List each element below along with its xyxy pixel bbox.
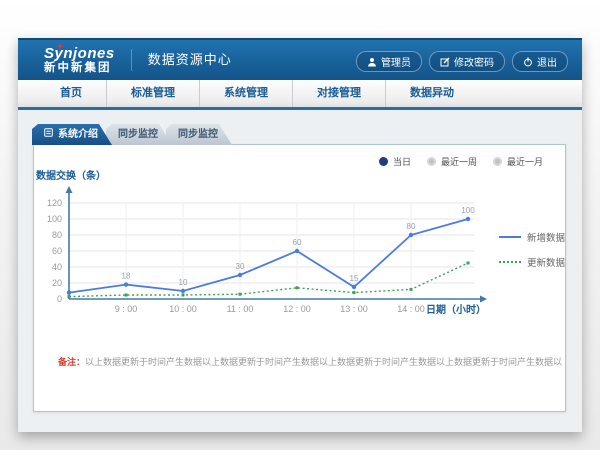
- admin-user-label: 管理员: [381, 54, 411, 69]
- tab-label: 系统介绍: [58, 124, 98, 145]
- svg-text:10: 10: [179, 278, 188, 287]
- svg-text:12 : 00: 12 : 00: [283, 304, 311, 314]
- radio-dot-last-month[interactable]: [493, 157, 502, 166]
- logo-subtitle: 新中新集团: [44, 62, 115, 74]
- svg-text:60: 60: [52, 246, 62, 256]
- power-icon: [523, 57, 533, 67]
- document-icon: [44, 124, 53, 145]
- radio-dot-last-week[interactable]: [427, 157, 436, 166]
- app-window: Synjones 新中新集团 数据资源中心 管理员 修改密码 退出: [18, 38, 582, 432]
- svg-text:18: 18: [122, 272, 131, 281]
- svg-text:120: 120: [47, 198, 62, 208]
- footer-note: 备注：以上数据更新于时间产生数据以上数据更新于时间产生数据以上数据更新于时间产生…: [58, 355, 563, 368]
- svg-text:80: 80: [52, 230, 62, 240]
- legend-label-updated-data: 更新数据: [527, 255, 565, 269]
- radio-dot-today[interactable]: [379, 157, 388, 166]
- radio-last-month[interactable]: 最近一月: [493, 155, 543, 168]
- svg-text:40: 40: [52, 262, 62, 272]
- main-nav: 首页 标准管理 系统管理 对接管理 数据异动: [18, 80, 582, 110]
- svg-text:14 : 00: 14 : 00: [397, 304, 425, 314]
- tab-sync-monitor-1[interactable]: 同步监控: [106, 124, 172, 145]
- company-logo: Synjones 新中新集团: [44, 46, 115, 74]
- user-icon: [367, 57, 377, 67]
- tab-bar: 系统介绍 同步监控 同步监控: [32, 124, 232, 145]
- svg-text:日期（小时）: 日期（小时）: [426, 303, 486, 316]
- app-header: Synjones 新中新集团 数据资源中心 管理员 修改密码 退出: [18, 38, 582, 80]
- svg-text:20: 20: [52, 278, 62, 288]
- svg-text:60: 60: [293, 238, 302, 247]
- svg-text:11 : 00: 11 : 00: [227, 304, 254, 314]
- nav-item-data-changes[interactable]: 数据异动: [385, 80, 478, 107]
- tab-system-intro[interactable]: 系统介绍: [32, 124, 112, 145]
- nav-item-standard-mgmt[interactable]: 标准管理: [106, 80, 199, 107]
- svg-text:数据交换（条）: 数据交换（条）: [36, 169, 106, 182]
- note-label: 备注：: [58, 357, 85, 367]
- edit-icon: [440, 57, 450, 67]
- legend-label-new-data: 新增数据: [527, 230, 565, 244]
- note-text: 以上数据更新于时间产生数据以上数据更新于时间产生数据以上数据更新于时间产生数据以…: [85, 357, 563, 367]
- legend-item-new-data[interactable]: 新增数据: [499, 230, 565, 244]
- legend-item-updated-data[interactable]: 更新数据: [499, 255, 565, 269]
- chart-area: 0 20 40 60 80 100 120 9 : 00 10 : 00 11 : 00 12 : …: [34, 167, 489, 322]
- nav-item-home[interactable]: 首页: [36, 80, 106, 107]
- svg-text:15: 15: [350, 274, 359, 283]
- line-chart: 0 20 40 60 80 100 120 9 : 00 10 : 00 11 : 00 12 : …: [34, 167, 489, 322]
- svg-text:0: 0: [57, 294, 62, 304]
- logout-button[interactable]: 退出: [512, 51, 568, 72]
- page-title: 数据资源中心: [131, 49, 232, 71]
- svg-text:13 : 00: 13 : 00: [340, 304, 368, 314]
- logout-label: 退出: [537, 54, 557, 69]
- content-card: 当日 最近一周 最近一月 0204060801001209 : 0010 : 0…: [33, 144, 566, 412]
- dotted-line-swatch-icon: [499, 261, 521, 263]
- change-password-button[interactable]: 修改密码: [429, 51, 505, 72]
- header-actions: 管理员 修改密码 退出: [356, 51, 568, 72]
- change-password-label: 修改密码: [454, 54, 494, 69]
- radio-label-last-month: 最近一月: [507, 155, 543, 168]
- svg-text:30: 30: [236, 262, 245, 271]
- svg-text:100: 100: [47, 214, 62, 224]
- tab-sync-monitor-2[interactable]: 同步监控: [166, 124, 232, 145]
- logo-title: Synjones: [44, 46, 115, 62]
- svg-text:10 : 00: 10 : 00: [169, 304, 197, 314]
- admin-user-button[interactable]: 管理员: [356, 51, 422, 72]
- nav-item-system-mgmt[interactable]: 系统管理: [199, 80, 292, 107]
- svg-text:9 : 00: 9 : 00: [115, 304, 138, 314]
- svg-text:80: 80: [407, 222, 416, 231]
- svg-text:100: 100: [461, 206, 475, 215]
- nav-item-interface-mgmt[interactable]: 对接管理: [292, 80, 385, 107]
- chart-legend: 新增数据 更新数据: [499, 230, 565, 269]
- page-background: Synjones 新中新集团 数据资源中心 管理员 修改密码 退出: [0, 0, 600, 450]
- solid-line-swatch-icon: [499, 236, 521, 238]
